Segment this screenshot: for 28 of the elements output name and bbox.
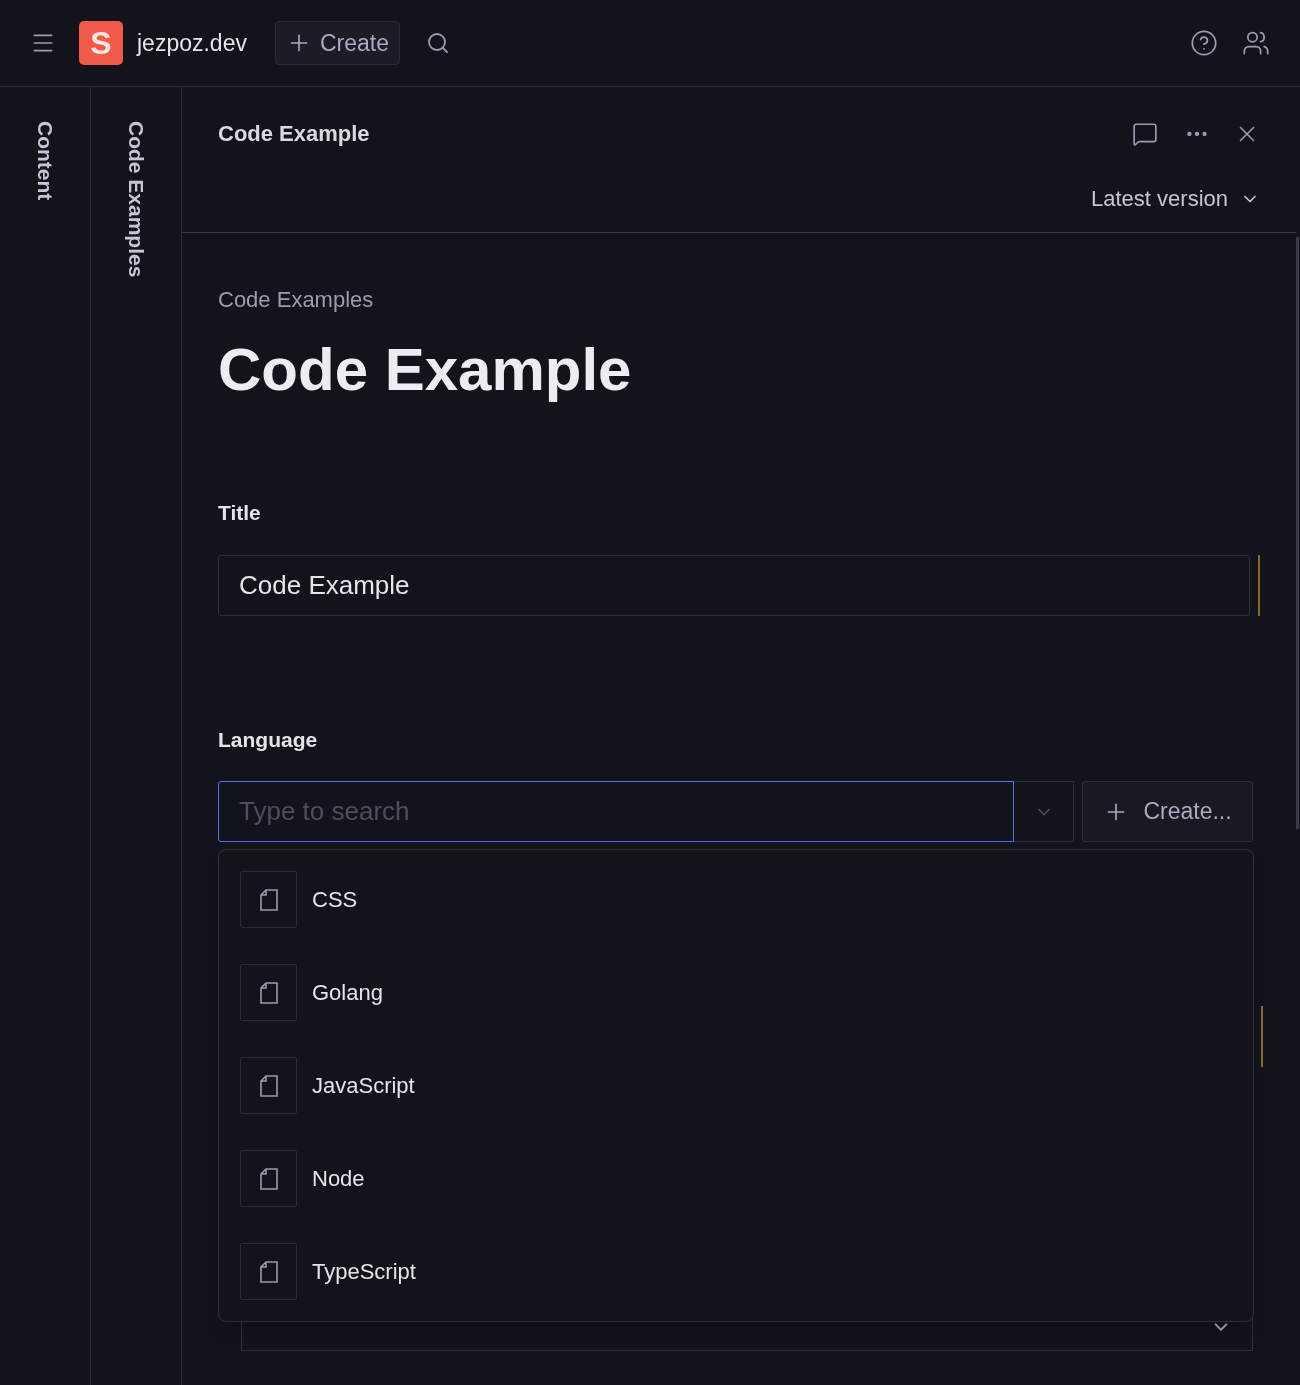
title-input[interactable]: Code Example (218, 554, 1250, 616)
breadcrumb[interactable]: Code Examples (218, 283, 1260, 316)
create-new-button[interactable]: Create... (1082, 781, 1253, 842)
rail-tab[interactable]: Code Examples (120, 121, 152, 278)
rail-tab[interactable]: Content (29, 121, 61, 201)
option-item[interactable]: CSS (240, 871, 1232, 928)
create-button[interactable]: Create (274, 21, 400, 65)
document-icon (258, 980, 279, 1005)
document-icon (258, 887, 279, 912)
field-label: Language (218, 726, 319, 753)
option-item[interactable]: JavaScript (240, 1057, 1232, 1114)
option-item[interactable]: TypeScript (240, 1243, 1232, 1300)
document-heading: Code Example (218, 335, 632, 405)
users-icon[interactable] (1242, 29, 1270, 57)
field-label: Title (218, 500, 262, 526)
logo: S (79, 21, 123, 65)
option-item[interactable]: Golang (240, 964, 1232, 1021)
search-input[interactable]: Type to search (218, 781, 1014, 842)
comment-icon[interactable] (1132, 120, 1158, 147)
document-icon (258, 1166, 279, 1191)
help-icon[interactable] (1190, 29, 1218, 57)
search-icon[interactable] (426, 31, 450, 55)
option-item[interactable]: Node (240, 1150, 1232, 1207)
panel-title: Code Example (218, 120, 370, 148)
document-icon (258, 1259, 279, 1284)
version-dropdown[interactable]: Latest version (1091, 182, 1260, 215)
document-icon (258, 1073, 279, 1098)
workspace-name: jezpoz.dev (137, 28, 247, 58)
